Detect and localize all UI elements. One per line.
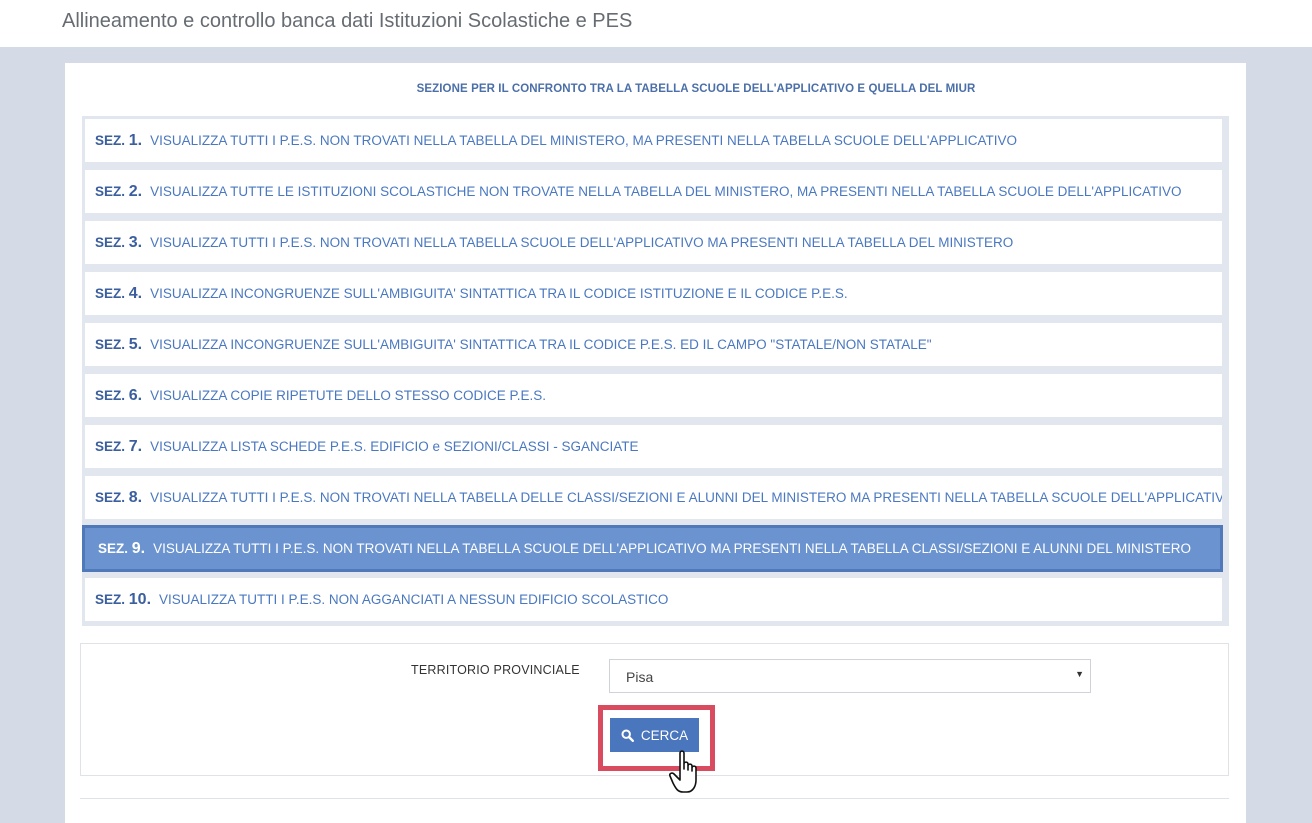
search-button[interactable]: CERCA: [610, 718, 699, 752]
section-number: SEZ. 8.: [95, 488, 143, 506]
search-button-label: CERCA: [640, 727, 689, 743]
section-item-9[interactable]: SEZ. 9. VISUALIZZA TUTTI I P.E.S. NON TR…: [82, 525, 1223, 572]
section-number: SEZ. 5.: [95, 335, 143, 353]
section-number: SEZ. 9.: [98, 539, 146, 557]
section-label: VISUALIZZA TUTTI I P.E.S. NON TROVATI NE…: [153, 541, 1192, 556]
search-icon: [621, 728, 634, 742]
section-number: SEZ. 7.: [95, 437, 143, 455]
main-panel: SEZIONE PER IL CONFRONTO TRA LA TABELLA …: [65, 63, 1246, 823]
section-item-10[interactable]: SEZ. 10. VISUALIZZA TUTTI I P.E.S. NON A…: [85, 578, 1222, 621]
section-item-2[interactable]: SEZ. 2. VISUALIZZA TUTTE LE ISTITUZIONI …: [85, 170, 1222, 213]
section-label: VISUALIZZA TUTTE LE ISTITUZIONI SCOLASTI…: [150, 184, 1182, 199]
section-label: VISUALIZZA COPIE RIPETUTE DELLO STESSO C…: [150, 388, 546, 403]
section-label: VISUALIZZA TUTTI I P.E.S. NON TROVATI NE…: [150, 235, 1014, 250]
section-number: SEZ. 4.: [95, 284, 143, 302]
territory-label: TERRITORIO PROVINCIALE: [411, 663, 580, 677]
dropdown-arrow-icon: ▼: [1075, 669, 1084, 679]
section-number: SEZ. 1.: [95, 131, 143, 149]
hand-pointer-cursor-icon: [669, 750, 697, 793]
territory-select[interactable]: Pisa ▼: [609, 659, 1091, 693]
section-item-6[interactable]: SEZ. 6. VISUALIZZA COPIE RIPETUTE DELLO …: [85, 374, 1222, 417]
section-item-1[interactable]: SEZ. 1. VISUALIZZA TUTTI I P.E.S. NON TR…: [85, 119, 1222, 162]
section-label: VISUALIZZA TUTTI I P.E.S. NON AGGANCIATI…: [159, 592, 669, 607]
search-form: TERRITORIO PROVINCIALE Pisa ▼ CERCA: [80, 643, 1229, 793]
section-item-5[interactable]: SEZ. 5. VISUALIZZA INCONGRUENZE SULL'AMB…: [85, 323, 1222, 366]
section-item-7[interactable]: SEZ. 7. VISUALIZZA LISTA SCHEDE P.E.S. E…: [85, 425, 1222, 468]
section-label: VISUALIZZA TUTTI I P.E.S. NON TROVATI NE…: [150, 133, 1017, 148]
section-number: SEZ. 3.: [95, 233, 143, 251]
divider: [80, 798, 1229, 799]
section-number: SEZ. 10.: [95, 590, 152, 608]
territory-select-value: Pisa: [626, 669, 654, 685]
section-label: VISUALIZZA INCONGRUENZE SULL'AMBIGUITA' …: [150, 286, 848, 301]
section-label: VISUALIZZA TUTTI I P.E.S. NON TROVATI NE…: [150, 490, 1222, 505]
page-title: Allineamento e controllo banca dati Isti…: [62, 10, 633, 32]
section-item-3[interactable]: SEZ. 3. VISUALIZZA TUTTI I P.E.S. NON TR…: [85, 221, 1222, 264]
section-number: SEZ. 6.: [95, 386, 143, 404]
sections-list: SEZ. 1. VISUALIZZA TUTTI I P.E.S. NON TR…: [82, 116, 1229, 626]
section-number: SEZ. 2.: [95, 182, 143, 200]
section-label: VISUALIZZA LISTA SCHEDE P.E.S. EDIFICIO …: [150, 439, 639, 454]
top-header-bar: Allineamento e controllo banca dati Isti…: [0, 0, 1312, 47]
section-heading: SEZIONE PER IL CONFRONTO TRA LA TABELLA …: [416, 83, 976, 95]
section-item-4[interactable]: SEZ. 4. VISUALIZZA INCONGRUENZE SULL'AMB…: [85, 272, 1222, 315]
section-label: VISUALIZZA INCONGRUENZE SULL'AMBIGUITA' …: [150, 337, 932, 352]
section-item-8[interactable]: SEZ. 8. VISUALIZZA TUTTI I P.E.S. NON TR…: [85, 476, 1222, 519]
